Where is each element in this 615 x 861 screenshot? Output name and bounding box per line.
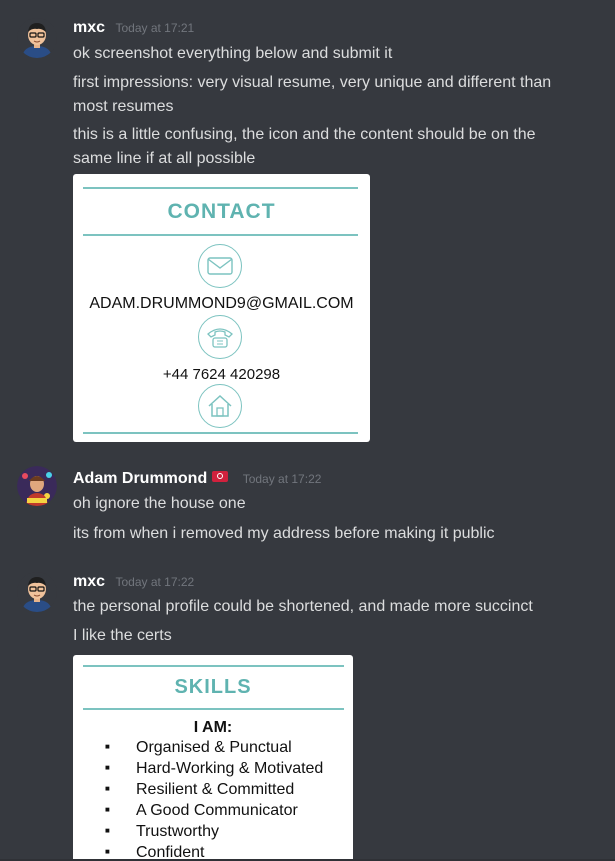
timestamp[interactable]: Today at 17:22 bbox=[115, 575, 194, 589]
message-header: mxc Today at 17:21 bbox=[73, 19, 194, 37]
message-text: the personal profile could be shortened,… bbox=[73, 598, 533, 615]
divider bbox=[83, 665, 344, 667]
message-text: first impressions: very visual resume, v… bbox=[73, 74, 552, 115]
contact-phone: +44 7624 420298 bbox=[162, 366, 281, 383]
message-header: mxc Today at 17:22 bbox=[73, 573, 194, 591]
contact-email: ADAM.DRUMMOND9@GMAIL.COM bbox=[89, 295, 354, 312]
list-item: Hard-Working & Motivated bbox=[105, 758, 323, 779]
avatar[interactable] bbox=[17, 572, 57, 612]
timestamp[interactable]: Today at 17:21 bbox=[115, 21, 194, 35]
list-item: A Good Communicator bbox=[105, 800, 323, 821]
timestamp[interactable]: Today at 17:22 bbox=[243, 472, 322, 486]
list-item: Organised & Punctual bbox=[105, 737, 323, 758]
username[interactable]: Adam Drummond bbox=[73, 470, 207, 487]
message-text: this is a little confusing, the icon and… bbox=[73, 126, 536, 167]
skills-list: Organised & Punctual Hard-Working & Moti… bbox=[105, 737, 323, 861]
avatar[interactable] bbox=[17, 18, 57, 58]
flag-icon bbox=[212, 471, 229, 482]
home-icon bbox=[198, 384, 242, 428]
divider bbox=[83, 187, 358, 189]
list-item: Trustworthy bbox=[105, 821, 323, 842]
message-text: oh ignore the house one bbox=[73, 495, 246, 512]
message-text: I like the certs bbox=[73, 627, 172, 644]
mail-icon bbox=[198, 244, 242, 288]
message-text: ok screenshot everything below and submi… bbox=[73, 45, 393, 62]
username[interactable]: mxc bbox=[73, 573, 105, 590]
divider bbox=[83, 708, 344, 710]
phone-icon bbox=[198, 315, 242, 359]
contact-image-attachment[interactable]: CONTACT ADAM.DRUMMOND9@GMAIL.COM +44 762… bbox=[73, 174, 370, 442]
username[interactable]: mxc bbox=[73, 19, 105, 36]
list-item: Resilient & Committed bbox=[105, 779, 323, 800]
skills-image-attachment[interactable]: SKILLS I AM: Organised & Punctual Hard-W… bbox=[73, 655, 353, 861]
contact-title: CONTACT bbox=[167, 200, 276, 223]
divider bbox=[83, 432, 358, 434]
divider bbox=[83, 234, 358, 236]
skills-subtitle: I AM: bbox=[193, 719, 233, 736]
message-text: its from when i removed my address befor… bbox=[73, 525, 495, 542]
skills-title: SKILLS bbox=[174, 676, 252, 698]
avatar[interactable] bbox=[17, 466, 57, 506]
message-header: Adam Drummond Today at 17:22 bbox=[73, 470, 321, 488]
